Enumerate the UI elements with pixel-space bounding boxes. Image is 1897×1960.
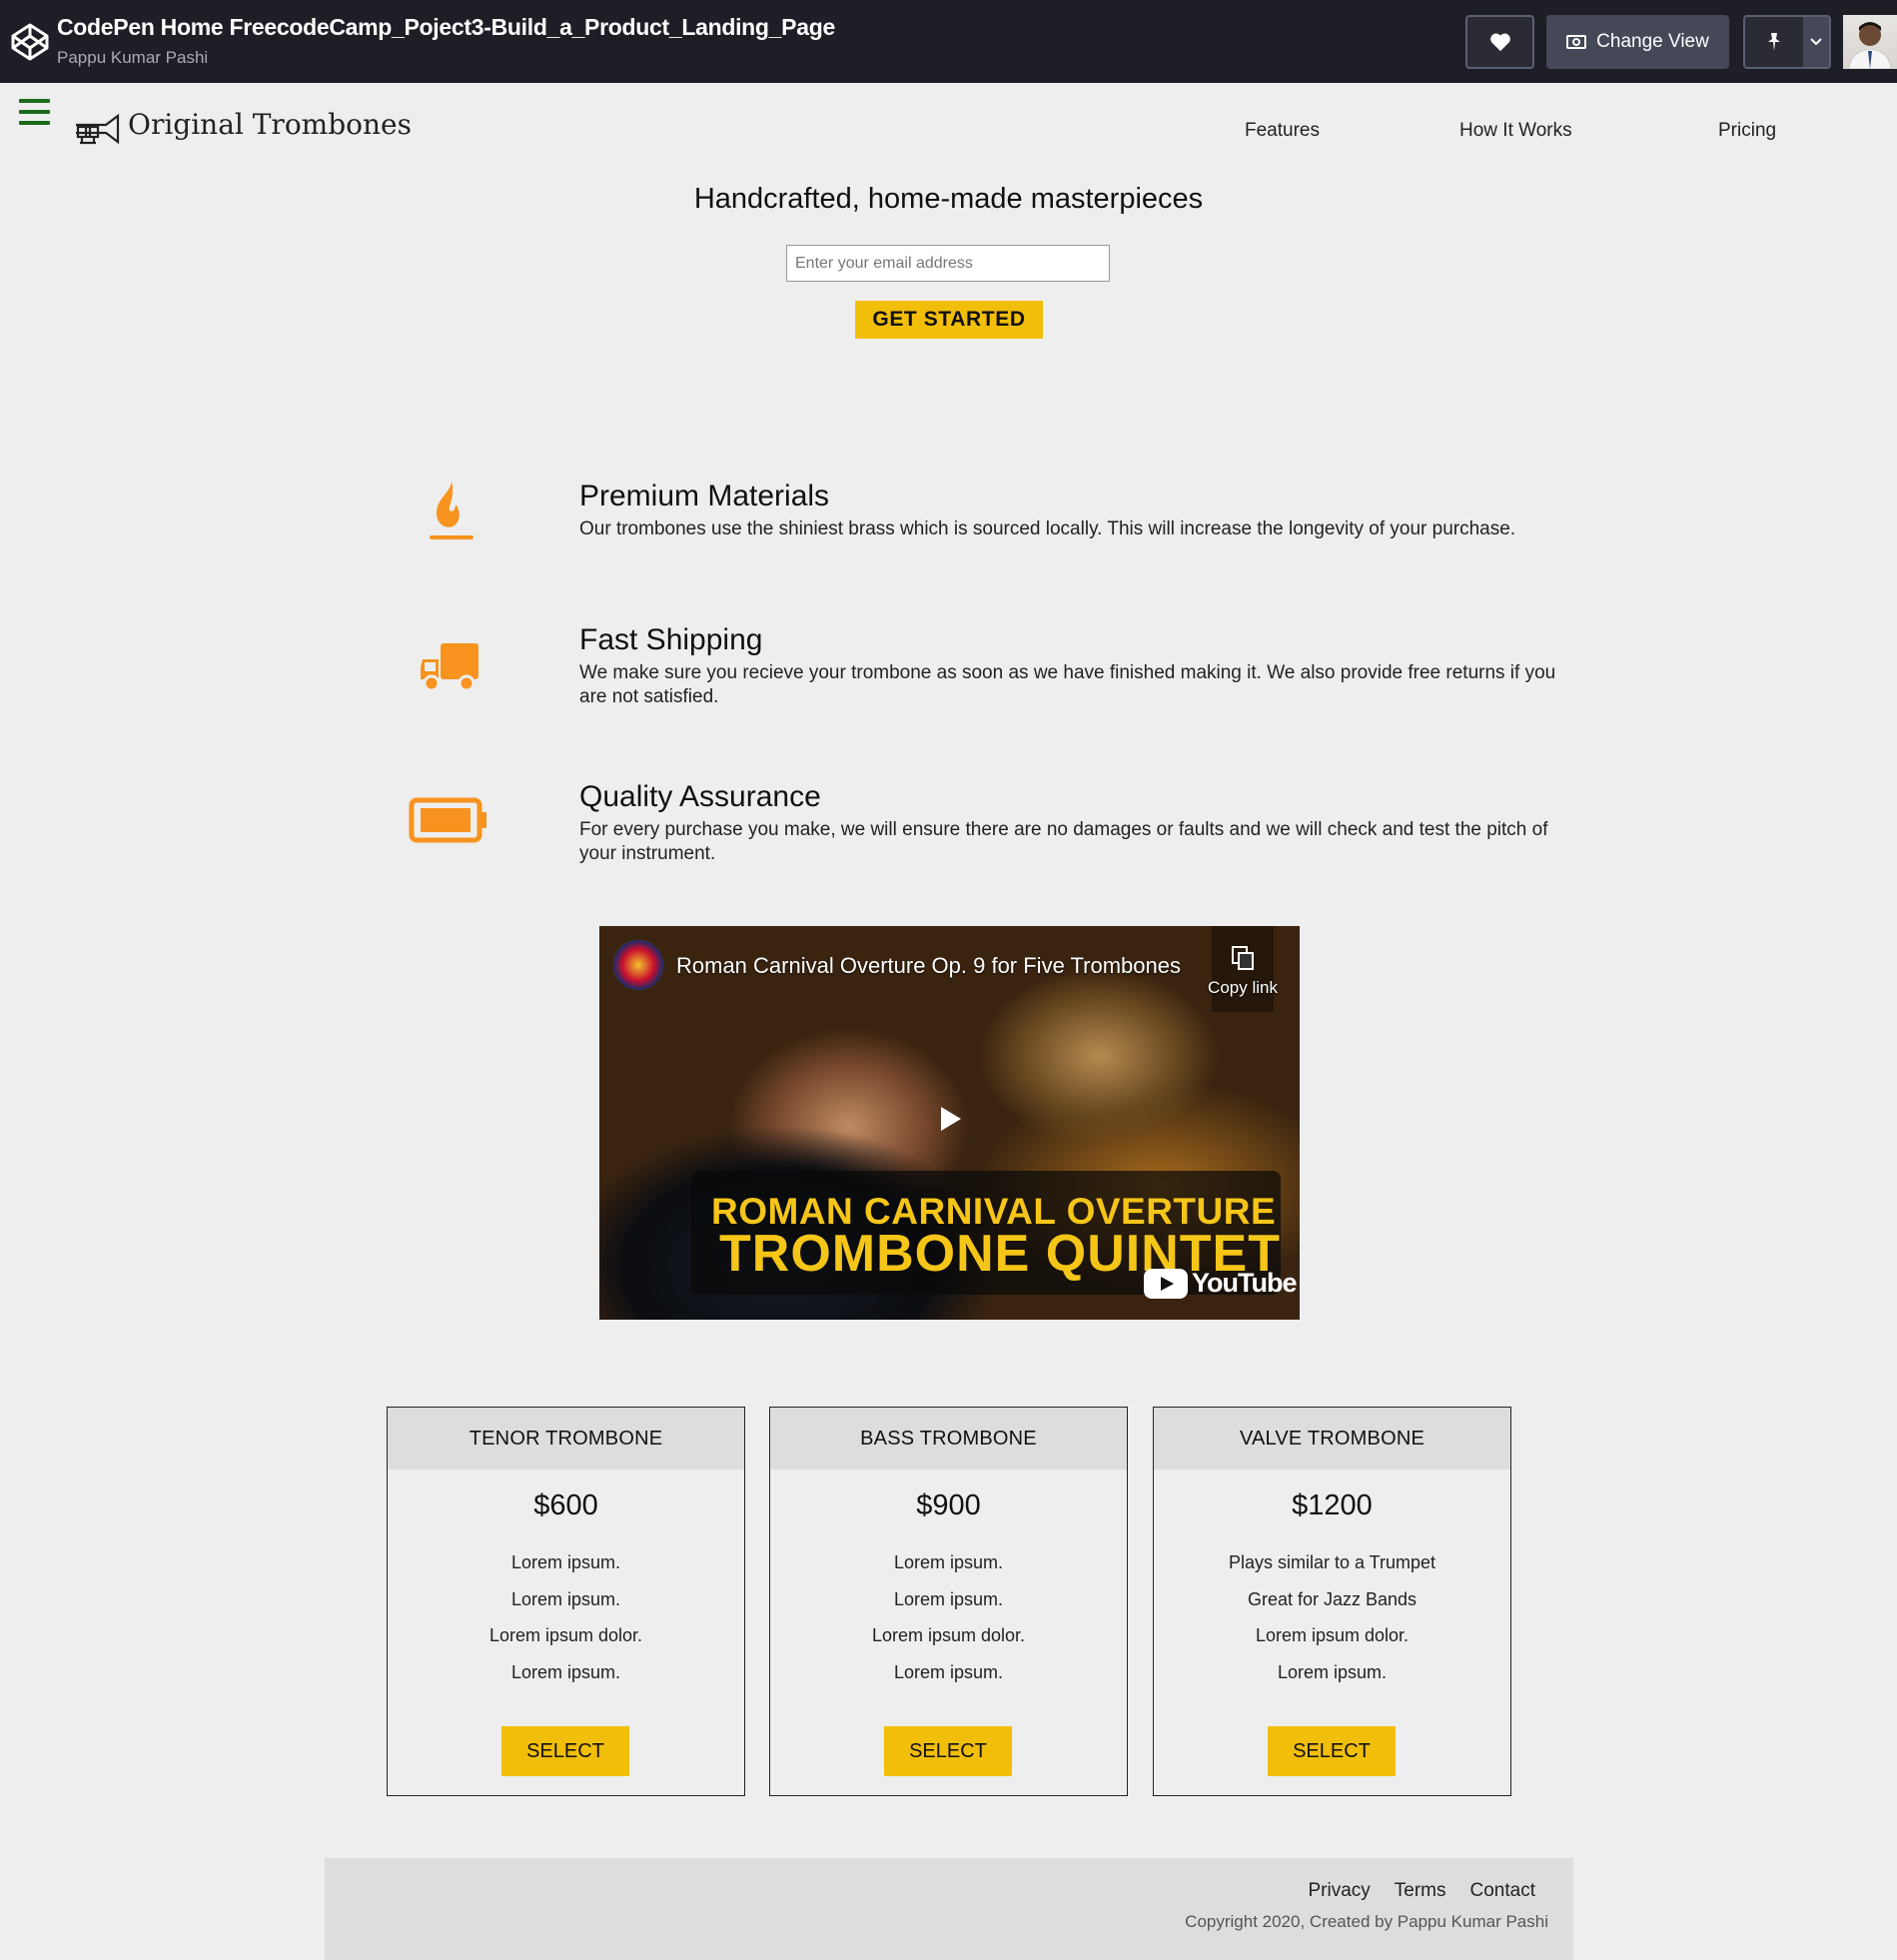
pricing-card-price: $900 [916, 1489, 981, 1521]
pricing-feature-list: Plays similar to a Trumpet Great for Jaz… [1154, 1544, 1510, 1690]
pricing-feature-item: Lorem ipsum. [510, 1552, 621, 1572]
pricing-feature-item: Lorem ipsum dolor. [871, 1625, 1026, 1645]
pricing-feature-item: Lorem ipsum. [893, 1552, 1004, 1572]
copy-link-label: Copy link [1208, 978, 1278, 997]
codepen-header: CodePen Home FreecodeCamp_Poject3-Build_… [0, 0, 1897, 83]
pricing-card-title: VALVE TROMBONE [1154, 1408, 1510, 1470]
feature-icon-quality [408, 795, 489, 845]
trombone-logo-icon[interactable] [72, 113, 120, 145]
chevron-down-icon [1810, 38, 1822, 46]
pricing-card-bass: BASS TROMBONE $900 Lorem ipsum. Lorem ip… [769, 1407, 1128, 1796]
love-button[interactable] [1465, 15, 1534, 69]
pen-author[interactable]: Pappu Kumar Pashi [57, 48, 208, 68]
pricing-feature-item: Lorem ipsum. [893, 1661, 1004, 1682]
hamburger-line [19, 110, 50, 114]
pricing-card-price: $1200 [1292, 1489, 1373, 1521]
pricing-feature-item: Lorem ipsum dolor. [1255, 1625, 1410, 1645]
pin-button[interactable] [1745, 17, 1803, 67]
codepen-logo-icon[interactable] [10, 22, 50, 62]
play-button[interactable] [917, 1096, 983, 1142]
footer-links: Privacy Terms Contact [1308, 1880, 1535, 1902]
pricing-card-tenor: TENOR TROMBONE $600 Lorem ipsum. Lorem i… [387, 1407, 745, 1796]
pin-dropdown-button[interactable] [1803, 17, 1829, 67]
pricing-card-valve: VALVE TROMBONE $1200 Plays similar to a … [1153, 1407, 1511, 1796]
nav-link-pricing[interactable]: Pricing [1718, 120, 1776, 142]
youtube-button[interactable]: YouTube [1144, 1268, 1297, 1299]
play-icon [941, 1107, 961, 1131]
youtube-label: YouTube [1192, 1268, 1297, 1298]
change-view-button[interactable]: Change View [1546, 15, 1729, 69]
nav-link-how-it-works[interactable]: How It Works [1459, 120, 1572, 142]
pen-title: CodePen Home FreecodeCamp_Poject3-Build_… [57, 14, 835, 40]
avatar-photo-icon [1848, 22, 1892, 69]
change-view-label: Change View [1596, 31, 1709, 52]
pricing-feature-list: Lorem ipsum. Lorem ipsum. Lorem ipsum do… [770, 1544, 1127, 1690]
youtube-play-icon [1144, 1268, 1188, 1299]
footer-link-terms[interactable]: Terms [1395, 1880, 1446, 1902]
pricing-card-title: BASS TROMBONE [770, 1408, 1127, 1470]
feature-title: Fast Shipping [579, 623, 763, 656]
pricing-feature-item: Lorem ipsum. [1277, 1661, 1388, 1682]
footer-link-contact[interactable]: Contact [1470, 1880, 1535, 1902]
feature-title: Premium Materials [579, 480, 830, 512]
heart-icon [1489, 33, 1510, 52]
feature-description: We make sure you recieve your trombone a… [579, 662, 1556, 707]
select-button-bass[interactable]: SELECT [884, 1726, 1012, 1776]
footer-link-privacy[interactable]: Privacy [1308, 1880, 1370, 1902]
pin-button-group [1743, 15, 1831, 69]
feature-icon-premium [418, 478, 477, 542]
feature-title: Quality Assurance [579, 780, 821, 813]
copyright-text: Copyright 2020, Created by Pappu Kumar P… [1185, 1912, 1548, 1931]
brand-name[interactable]: Original Trombones [128, 108, 412, 141]
pin-icon [1768, 33, 1780, 51]
hamburger-line [19, 99, 50, 103]
copy-link-button[interactable]: Copy link [1208, 926, 1278, 1012]
view-icon [1566, 35, 1587, 49]
pricing-feature-item: Lorem ipsum. [893, 1588, 1004, 1609]
feature-icon-shipping [418, 639, 481, 695]
video-player[interactable]: Roman Carnival Overture Op. 9 for Five T… [599, 926, 1300, 1320]
pricing-feature-item: Great for Jazz Bands [1247, 1588, 1418, 1609]
hero-title: Handcrafted, home-made masterpieces [693, 183, 1204, 215]
pricing-feature-item: Plays similar to a Trumpet [1228, 1552, 1436, 1572]
pricing-card-title: TENOR TROMBONE [388, 1408, 744, 1470]
select-button-valve[interactable]: SELECT [1268, 1726, 1396, 1776]
truck-icon [421, 643, 478, 692]
email-input[interactable] [786, 245, 1110, 282]
get-started-button[interactable]: GET STARTED [855, 301, 1043, 339]
hamburger-menu-icon[interactable] [19, 99, 50, 125]
site-footer: Privacy Terms Contact Copyright 2020, Cr… [325, 1858, 1573, 1960]
hamburger-line [19, 121, 50, 125]
user-avatar[interactable] [1843, 15, 1897, 69]
feature-description: For every purchase you make, we will ens… [579, 819, 1548, 864]
pricing-feature-item: Lorem ipsum. [510, 1588, 621, 1609]
nav-link-features[interactable]: Features [1245, 120, 1320, 142]
pricing-feature-item: Lorem ipsum. [510, 1661, 621, 1682]
pricing-feature-list: Lorem ipsum. Lorem ipsum. Lorem ipsum do… [388, 1544, 744, 1690]
video-title[interactable]: Roman Carnival Overture Op. 9 for Five T… [676, 953, 1181, 979]
feature-description: Our trombones use the shiniest brass whi… [579, 518, 1516, 539]
battery-full-icon [409, 797, 486, 843]
channel-avatar[interactable] [613, 940, 663, 990]
copy-icon [1232, 946, 1254, 970]
pricing-card-price: $600 [533, 1489, 598, 1521]
pricing-feature-item: Lorem ipsum dolor. [488, 1625, 643, 1645]
select-button-tenor[interactable]: SELECT [501, 1726, 629, 1776]
fire-icon [430, 480, 474, 539]
